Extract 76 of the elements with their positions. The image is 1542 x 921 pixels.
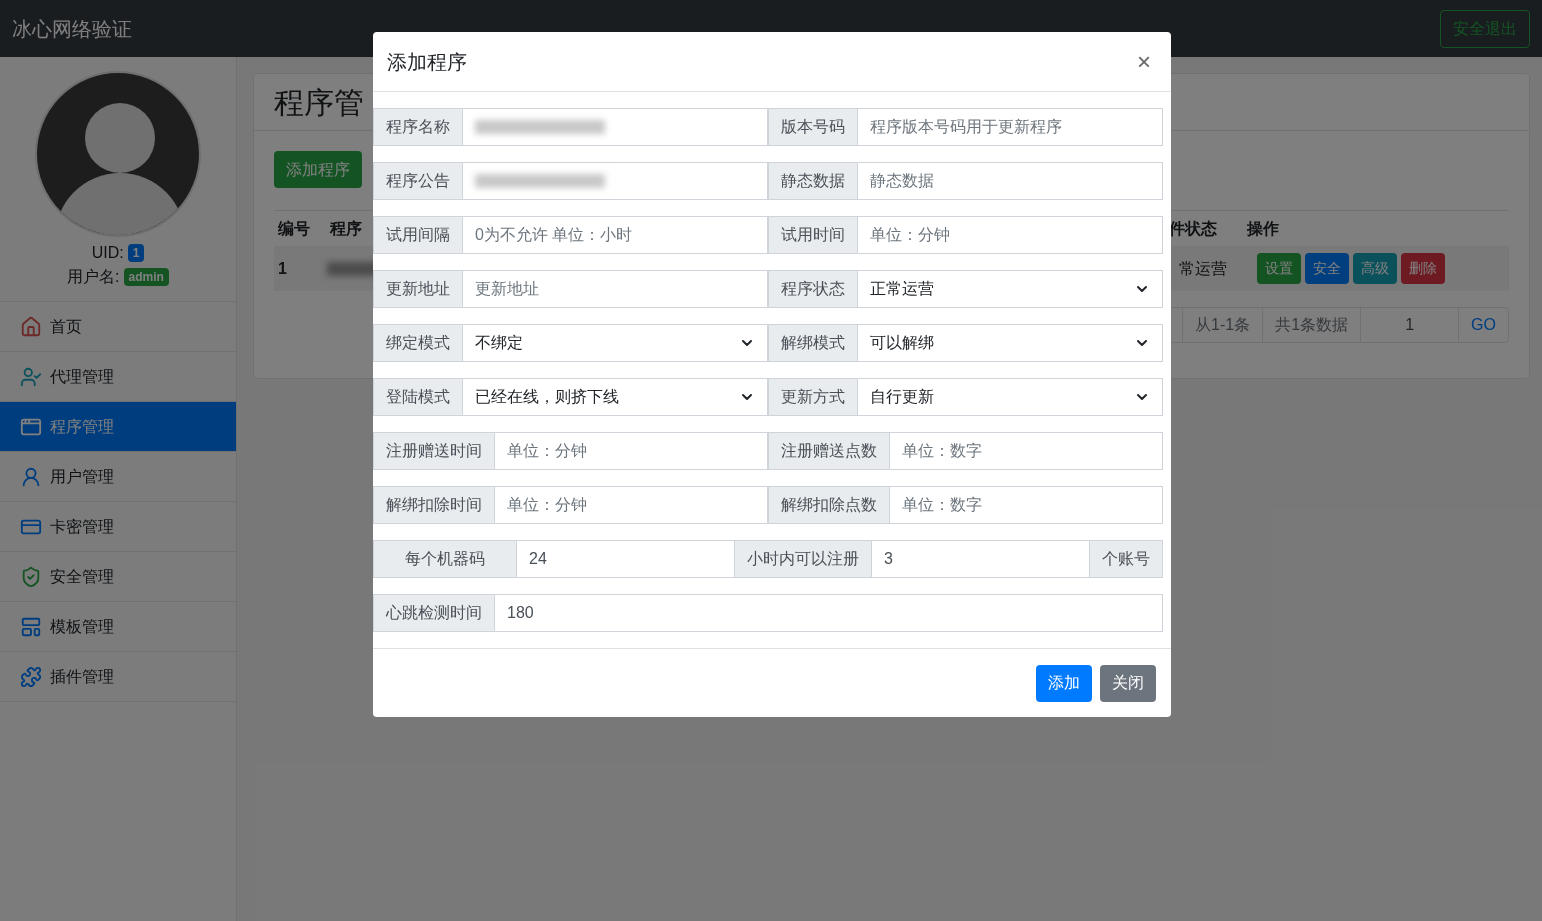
add-button[interactable]: 添加 — [1036, 664, 1092, 702]
field-label: 静态数据 — [768, 162, 858, 200]
field-label: 注册赠送时间 — [373, 432, 495, 470]
select-field[interactable]: 自行更新 — [858, 378, 1163, 416]
action-button[interactable]: 高级 — [1353, 253, 1397, 284]
field-label: 个账号 — [1090, 540, 1163, 578]
field-label: 解绑扣除点数 — [768, 486, 890, 524]
sidebar-item[interactable]: 用户管理 — [0, 451, 236, 501]
table-cell-text: 1 — [278, 258, 287, 279]
field-label: 更新方式 — [768, 378, 858, 416]
field-label: 更新地址 — [373, 270, 463, 308]
sidebar-item[interactable]: 安全管理 — [0, 551, 236, 601]
field-label: 心跳检测时间 — [373, 594, 495, 632]
user-check-icon — [20, 365, 42, 388]
text-field[interactable]: 更新地址 — [463, 270, 768, 308]
page-title: 程序管 — [274, 84, 364, 121]
go-link[interactable]: GO — [1459, 308, 1508, 342]
field-label: 解绑模式 — [768, 324, 858, 362]
modal-title: 添加程序 — [387, 49, 467, 75]
field-label: 程序公告 — [373, 162, 463, 200]
text-field[interactable]: 单位：数字 — [890, 432, 1163, 470]
field-label: 程序状态 — [768, 270, 858, 308]
sidebar-item[interactable]: 卡密管理 — [0, 501, 236, 551]
text-field[interactable]: 单位：分钟 — [858, 216, 1163, 254]
text-field[interactable]: 程序版本号码用于更新程序 — [858, 108, 1163, 146]
text-field[interactable] — [463, 108, 768, 146]
shield-check-icon — [20, 565, 42, 588]
user-icon — [20, 465, 42, 488]
uid-badge: 1 — [127, 244, 145, 262]
layout-icon — [20, 615, 42, 638]
field-label: 版本号码 — [768, 108, 858, 146]
username-badge: admin — [123, 268, 169, 286]
text-field[interactable]: 单位：分钟 — [495, 486, 768, 524]
brand-title[interactable]: 冰心网络验证 — [12, 13, 132, 44]
field-label: 登陆模式 — [373, 378, 463, 416]
field-label: 解绑扣除时间 — [373, 486, 495, 524]
field-label: 试用间隔 — [373, 216, 463, 254]
house-icon — [20, 315, 42, 338]
close-button[interactable]: × — [1137, 49, 1151, 74]
field-label: 小时内可以注册 — [735, 540, 872, 578]
column-header: 操作 — [1247, 218, 1279, 239]
sidebar-item[interactable]: 首页 — [0, 301, 236, 351]
text-field[interactable]: 单位：分钟 — [495, 432, 768, 470]
number-field[interactable]: 180 — [495, 594, 1163, 632]
table-cell-text: 常运营 — [1179, 258, 1227, 279]
page-total: 共1条数据 — [1263, 308, 1362, 342]
text-field[interactable] — [463, 162, 768, 200]
column-header: 编号 — [278, 218, 310, 239]
action-button[interactable]: 安全 — [1305, 253, 1349, 284]
number-field[interactable]: 24 — [517, 540, 735, 578]
field-label: 绑定模式 — [373, 324, 463, 362]
select-field[interactable]: 正常运营 — [858, 270, 1163, 308]
action-button[interactable]: 删除 — [1401, 253, 1445, 284]
text-field[interactable]: 单位：数字 — [890, 486, 1163, 524]
uid-label: UID: — [91, 243, 124, 263]
text-field[interactable]: 静态数据 — [858, 162, 1163, 200]
page-input[interactable]: 1 — [1361, 308, 1460, 342]
select-field[interactable]: 已经在线，则挤下线 — [463, 378, 768, 416]
field-label: 注册赠送点数 — [768, 432, 890, 470]
sidebar-item[interactable]: 插件管理 — [0, 651, 236, 701]
action-button[interactable]: 设置 — [1257, 253, 1301, 284]
puzzle-icon — [20, 665, 42, 688]
sidebar-item[interactable]: 模板管理 — [0, 601, 236, 651]
number-field[interactable]: 3 — [872, 540, 1090, 578]
close-dialog-button[interactable]: 关闭 — [1100, 664, 1156, 702]
field-label: 每个机器码 — [373, 540, 517, 578]
text-field[interactable]: 0为不允许 单位：小时 — [463, 216, 768, 254]
field-label: 试用时间 — [768, 216, 858, 254]
select-field[interactable]: 可以解绑 — [858, 324, 1163, 362]
field-label: 程序名称 — [373, 108, 463, 146]
sidebar-item[interactable]: 程序管理 — [0, 401, 236, 451]
page-range: 从1-1条 — [1183, 308, 1264, 342]
column-header: 程序 — [330, 218, 362, 239]
select-field[interactable]: 不绑定 — [463, 324, 768, 362]
add-program-button[interactable]: 添加程序 — [274, 151, 362, 188]
username-label: 用户名: — [67, 267, 120, 287]
